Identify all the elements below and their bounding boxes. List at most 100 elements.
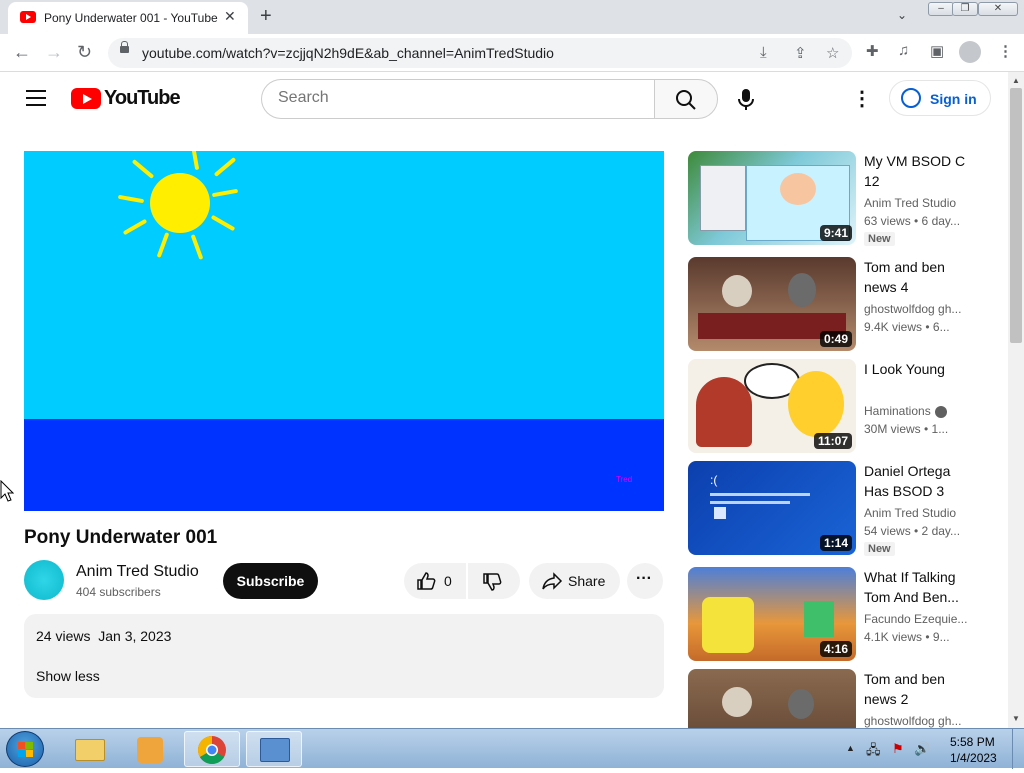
bookmark-star-icon[interactable]: ☆ (826, 44, 839, 62)
reload-icon[interactable]: ↻ (77, 43, 92, 61)
window-close-button[interactable]: ✕ (978, 2, 1018, 16)
video-title[interactable]: Tom and ben news 2 (864, 669, 974, 709)
video-title[interactable]: I Look Young (864, 359, 974, 379)
tab-strip: Pony Underwater 001 - YouTube ✕ + ⌄ – ❐ … (0, 0, 1024, 34)
view-count: 4.1K views • 9... (864, 630, 950, 644)
extensions-icon[interactable]: ✚ (866, 42, 879, 60)
recommended-video[interactable]: 4:16 What If Talking Tom And Ben... Facu… (688, 567, 988, 661)
side-panel-icon[interactable]: ▣ (930, 42, 944, 60)
sun-ray (122, 218, 148, 236)
video-title[interactable]: What If Talking Tom And Ben... (864, 567, 974, 607)
address-bar[interactable]: youtube.com/watch?v=zcjjqN2h9dE&ab_chann… (108, 38, 852, 68)
scroll-down-icon[interactable]: ▼ (1012, 714, 1020, 723)
volume-icon[interactable]: 🔊 (914, 741, 930, 757)
recommended-video[interactable]: :( 1:14 Daniel Ortega Has BSOD 3 Anim Tr… (688, 461, 988, 556)
sun-ray (210, 214, 236, 232)
folder-icon (75, 739, 105, 761)
search-button[interactable] (654, 79, 718, 119)
taskbar-media-player[interactable] (122, 731, 178, 767)
lock-icon[interactable] (120, 41, 129, 53)
bsod-face-text: :( (710, 473, 718, 487)
profile-avatar-icon[interactable] (959, 41, 981, 63)
channel-name[interactable]: Facundo Ezequie... (864, 612, 967, 626)
channel-name-text[interactable]: Haminations (864, 404, 931, 418)
recommended-video[interactable]: 0:49 Tom and ben news 4 ghostwolfdog gh.… (688, 257, 988, 351)
youtube-logo-icon[interactable] (71, 88, 101, 109)
video-thumbnail[interactable]: 0:49 (688, 257, 856, 351)
show-hidden-icons[interactable]: ▲ (846, 743, 855, 753)
new-badge: New (864, 542, 895, 556)
show-less-link[interactable]: Show less (36, 668, 100, 684)
thumbnail-character (788, 689, 814, 719)
video-title[interactable]: Tom and ben news 4 (864, 257, 974, 297)
more-actions-button[interactable]: ··· (627, 563, 663, 599)
back-icon[interactable]: ← (13, 43, 31, 61)
channel-name[interactable]: Anim Tred Studio (76, 563, 199, 581)
search-field[interactable] (261, 79, 655, 119)
share-button[interactable]: Share (529, 563, 620, 599)
like-count: 0 (444, 573, 452, 589)
video-thumbnail[interactable]: 11:07 (688, 359, 856, 453)
channel-name[interactable]: Anim Tred Studio (864, 196, 956, 210)
recommended-video[interactable]: 9:41 My VM BSOD C 12 Anim Tred Studio 63… (688, 151, 988, 246)
restore-button[interactable]: ❐ (952, 2, 978, 16)
media-control-icon[interactable]: ♫ (898, 42, 909, 59)
clock-date[interactable]: 1/4/2023 (950, 751, 997, 765)
new-tab-icon[interactable]: + (260, 5, 272, 28)
like-button[interactable]: 0 (404, 563, 466, 599)
share-page-icon[interactable]: ⇪ (794, 44, 807, 62)
recommended-video[interactable]: Tom and ben news 2 ghostwolfdog gh... (688, 669, 988, 728)
minimize-button[interactable]: – (928, 2, 954, 16)
channel-name[interactable]: Haminations (864, 404, 947, 418)
channel-name[interactable]: Anim Tred Studio (864, 506, 956, 520)
recommended-video[interactable]: 11:07 I Look Young Haminations 30M views… (688, 359, 988, 453)
tab-search-chevron-icon[interactable]: ⌄ (897, 8, 907, 22)
voice-search-button[interactable] (727, 80, 765, 118)
start-button[interactable] (6, 731, 44, 767)
network-icon[interactable]: 🖧 (866, 741, 881, 763)
browser-menu-icon[interactable]: ⋮ (998, 42, 1013, 60)
subscribe-button[interactable]: Subscribe (223, 563, 318, 599)
url-text[interactable]: youtube.com/watch?v=zcjjqN2h9dE&ab_chann… (142, 45, 554, 61)
sign-in-button[interactable]: Sign in (889, 80, 991, 116)
bsod-text-line (710, 501, 790, 504)
video-title[interactable]: Daniel Ortega Has BSOD 3 (864, 461, 974, 501)
view-count: 63 views • 6 day... (864, 214, 961, 228)
microphone-icon (738, 89, 754, 110)
share-label: Share (568, 573, 606, 589)
thumbnail-character (788, 273, 816, 307)
sun-ray (117, 194, 145, 204)
browser-tab[interactable]: Pony Underwater 001 - YouTube ✕ (8, 2, 248, 34)
channel-name[interactable]: ghostwolfdog gh... (864, 714, 961, 728)
video-title[interactable]: My VM BSOD C 12 (864, 151, 974, 191)
video-watermark: Tred (616, 475, 633, 484)
video-thumbnail[interactable] (688, 669, 856, 728)
action-center-icon[interactable]: ⚑ (892, 741, 904, 757)
sign-in-label: Sign in (930, 91, 977, 107)
install-icon[interactable]: ⤓ (760, 44, 767, 61)
scroll-up-icon[interactable]: ▲ (1012, 76, 1020, 85)
taskbar-control-panel[interactable] (246, 731, 302, 767)
clock-time[interactable]: 5:58 PM (950, 735, 995, 749)
settings-more-icon[interactable]: ⋮ (852, 86, 872, 111)
taskbar-chrome[interactable] (184, 731, 240, 767)
video-thumbnail[interactable]: 9:41 (688, 151, 856, 245)
youtube-wordmark[interactable]: YouTube (104, 87, 181, 110)
hamburger-menu-icon[interactable] (26, 90, 46, 106)
tab-close-icon[interactable]: ✕ (224, 8, 236, 25)
page-scrollbar[interactable]: ▲ ▼ (1008, 72, 1024, 728)
thumbnail-character (780, 173, 816, 205)
channel-avatar[interactable] (24, 560, 64, 600)
show-desktop-button[interactable] (1012, 729, 1024, 769)
view-count-date: 24 views Jan 3, 2023 (36, 628, 172, 644)
video-thumbnail[interactable]: :( 1:14 (688, 461, 856, 555)
dislike-button[interactable] (468, 563, 520, 599)
video-thumbnail[interactable]: 4:16 (688, 567, 856, 661)
forward-icon[interactable]: → (45, 43, 63, 61)
search-input[interactable] (278, 89, 638, 107)
scroll-thumb[interactable] (1010, 88, 1022, 343)
channel-name[interactable]: ghostwolfdog gh... (864, 302, 961, 316)
video-player[interactable]: Tred (24, 151, 664, 511)
taskbar-explorer[interactable] (62, 731, 118, 767)
description-box[interactable]: 24 views Jan 3, 2023 Show less (24, 614, 664, 698)
